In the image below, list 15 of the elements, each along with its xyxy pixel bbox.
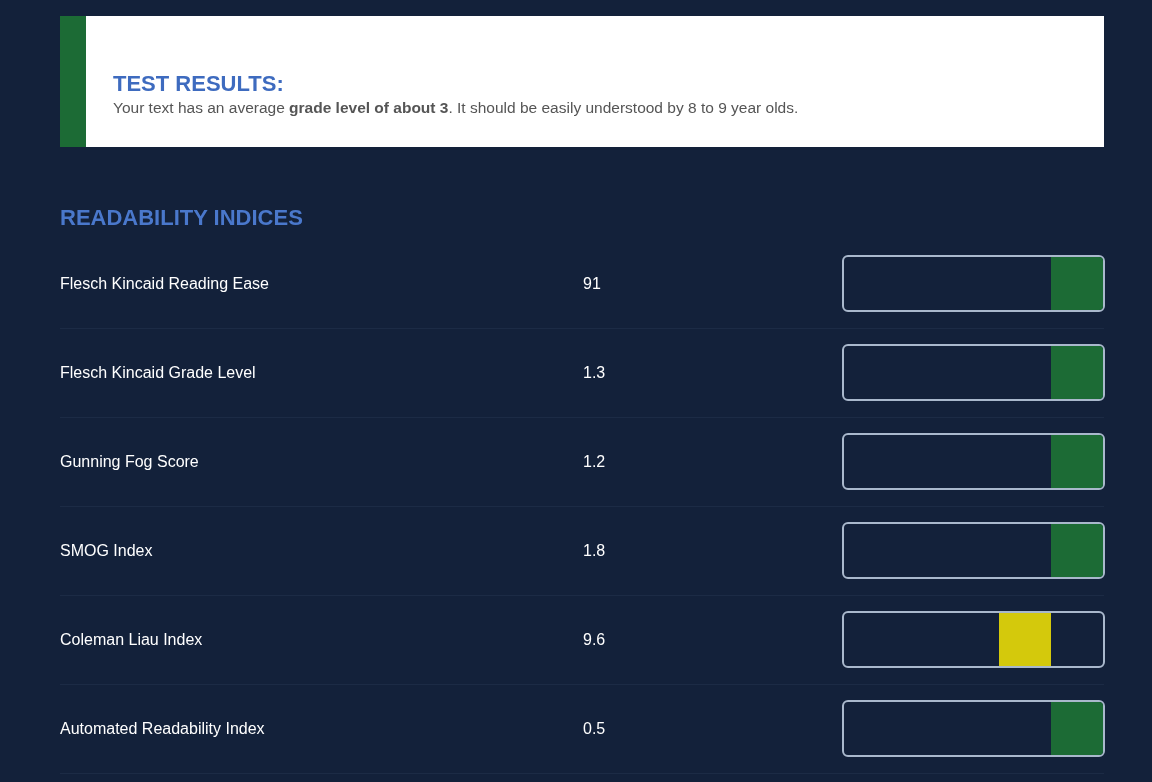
index-name: Coleman Liau Index	[60, 629, 204, 650]
result-text: Your text has an average grade level of about 3. It should be easily understood by 8 to 9 year olds.	[113, 98, 800, 119]
index-score: 91	[583, 273, 602, 294]
result-title: TEST RESULTS:	[113, 72, 285, 97]
index-score: 1.3	[583, 362, 607, 383]
index-score: 1.2	[583, 451, 607, 472]
index-score: 1.8	[583, 540, 607, 561]
section-title: READABILITY INDICES	[60, 205, 304, 232]
index-score: 0.5	[583, 718, 607, 739]
index-name: SMOG Index	[60, 540, 154, 561]
index-name: Flesch Kincaid Reading Ease	[60, 273, 270, 294]
index-name: Gunning Fog Score	[60, 451, 200, 472]
index-score: 9.6	[583, 629, 607, 650]
index-name: Flesch Kincaid Grade Level	[60, 362, 257, 383]
index-name: Automated Readability Index	[60, 718, 266, 739]
